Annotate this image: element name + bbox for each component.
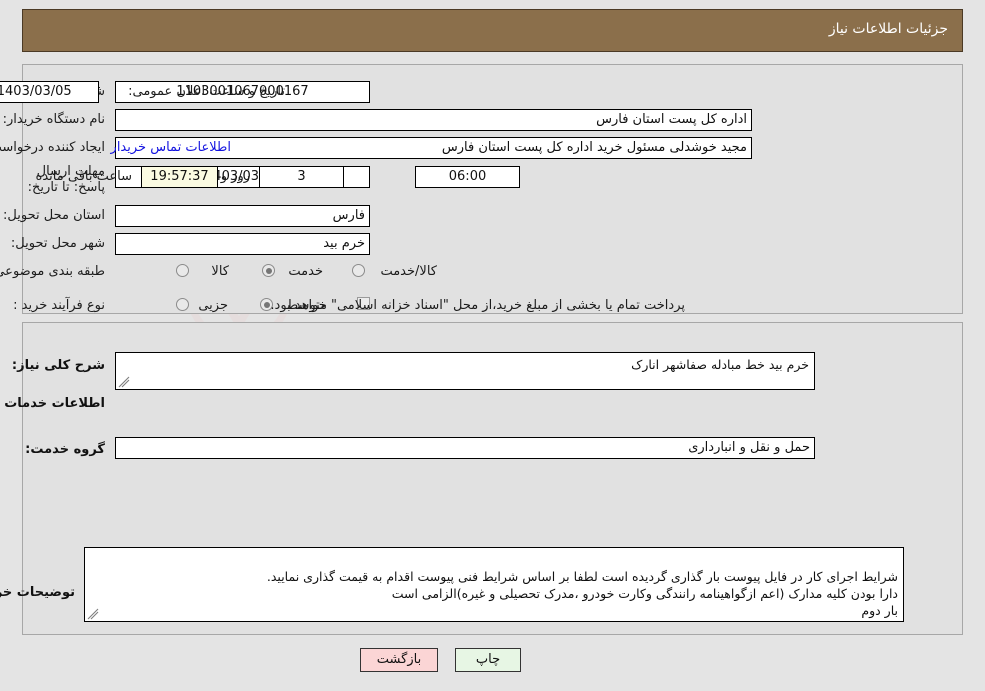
service-group-label: گروه خدمت: (25, 442, 105, 457)
treasury-bonds-text: پرداخت تمام یا بخشی از مبلغ خرید،از محل … (270, 298, 685, 313)
buyer-notes-label: توضیحات خریدار: (0, 585, 75, 600)
delivery-province-value[interactable]: فارس (115, 205, 370, 227)
radio-category-khedmat[interactable] (262, 264, 275, 277)
services-section-heading: اطلاعات خدمات مورد نیاز (0, 396, 105, 411)
requester-label: ایجاد کننده درخواست: (0, 140, 105, 155)
remaining-days-value[interactable]: 3 (259, 166, 344, 188)
print-button[interactable]: چاپ (455, 648, 521, 672)
countdown-timer: 19:57:37 (141, 166, 218, 188)
need-details-page: AnaTender.net جزئیات اطلاعات نیاز شماره … (0, 0, 985, 691)
announcement-datetime-label: تاریخ و ساعت اعلان عمومی: (128, 84, 285, 99)
radio-category-kala[interactable] (176, 264, 189, 277)
general-description-value: خرم بید خط مبادله صفاشهر انارک (631, 357, 809, 372)
service-group-value[interactable]: حمل و نقل و انبارداری (115, 437, 815, 459)
radio-category-kala-label: کالا (211, 264, 229, 279)
buyer-organization-label: نام دستگاه خریدار: (2, 112, 105, 127)
buyer-notes-value: شرایط اجرای کار در فایل پیوست بار گذاری … (266, 569, 898, 618)
days-label: روز و (220, 169, 250, 184)
delivery-city-label: شهر محل تحویل: (10, 236, 105, 251)
radio-category-kala-khedmat[interactable] (352, 264, 365, 277)
radio-process-jozei[interactable] (176, 298, 189, 311)
buyer-organization-value[interactable]: اداره کل پست استان فارس (115, 109, 752, 131)
page-title: جزئیات اطلاعات نیاز (828, 21, 948, 37)
back-button[interactable]: بازگشت (360, 648, 438, 672)
delivery-province-label: استان محل تحویل: (3, 208, 105, 223)
page-titlebar: جزئیات اطلاعات نیاز (22, 9, 963, 52)
radio-category-khedmat-label: خدمت (288, 264, 323, 279)
buyer-contact-link[interactable]: اطلاعات تماس خریدار (111, 140, 231, 155)
general-description-textarea[interactable]: خرم بید خط مبادله صفاشهر انارک (115, 352, 815, 390)
subject-category-label: طبقه بندی موضوعی: (0, 264, 105, 279)
delivery-city-value[interactable]: خرم بید (115, 233, 370, 255)
resize-grip-icon[interactable] (118, 376, 130, 388)
deadline-time-value[interactable]: 06:00 (415, 166, 520, 188)
purchase-process-label: نوع فرآیند خرید : (13, 298, 105, 313)
radio-process-jozei-label: جزیی (198, 298, 228, 313)
remaining-hours-label: ساعت باقی مانده (35, 169, 132, 184)
resize-grip-icon[interactable] (87, 608, 99, 620)
general-description-label: شرح کلی نیاز: (11, 358, 105, 373)
radio-category-kala-khedmat-label: کالا/خدمت (380, 264, 437, 279)
buyer-notes-textarea[interactable]: شرایط اجرای کار در فایل پیوست بار گذاری … (84, 547, 904, 622)
announcement-datetime-value[interactable]: 1403/03/05 - 09:46 (0, 81, 99, 103)
